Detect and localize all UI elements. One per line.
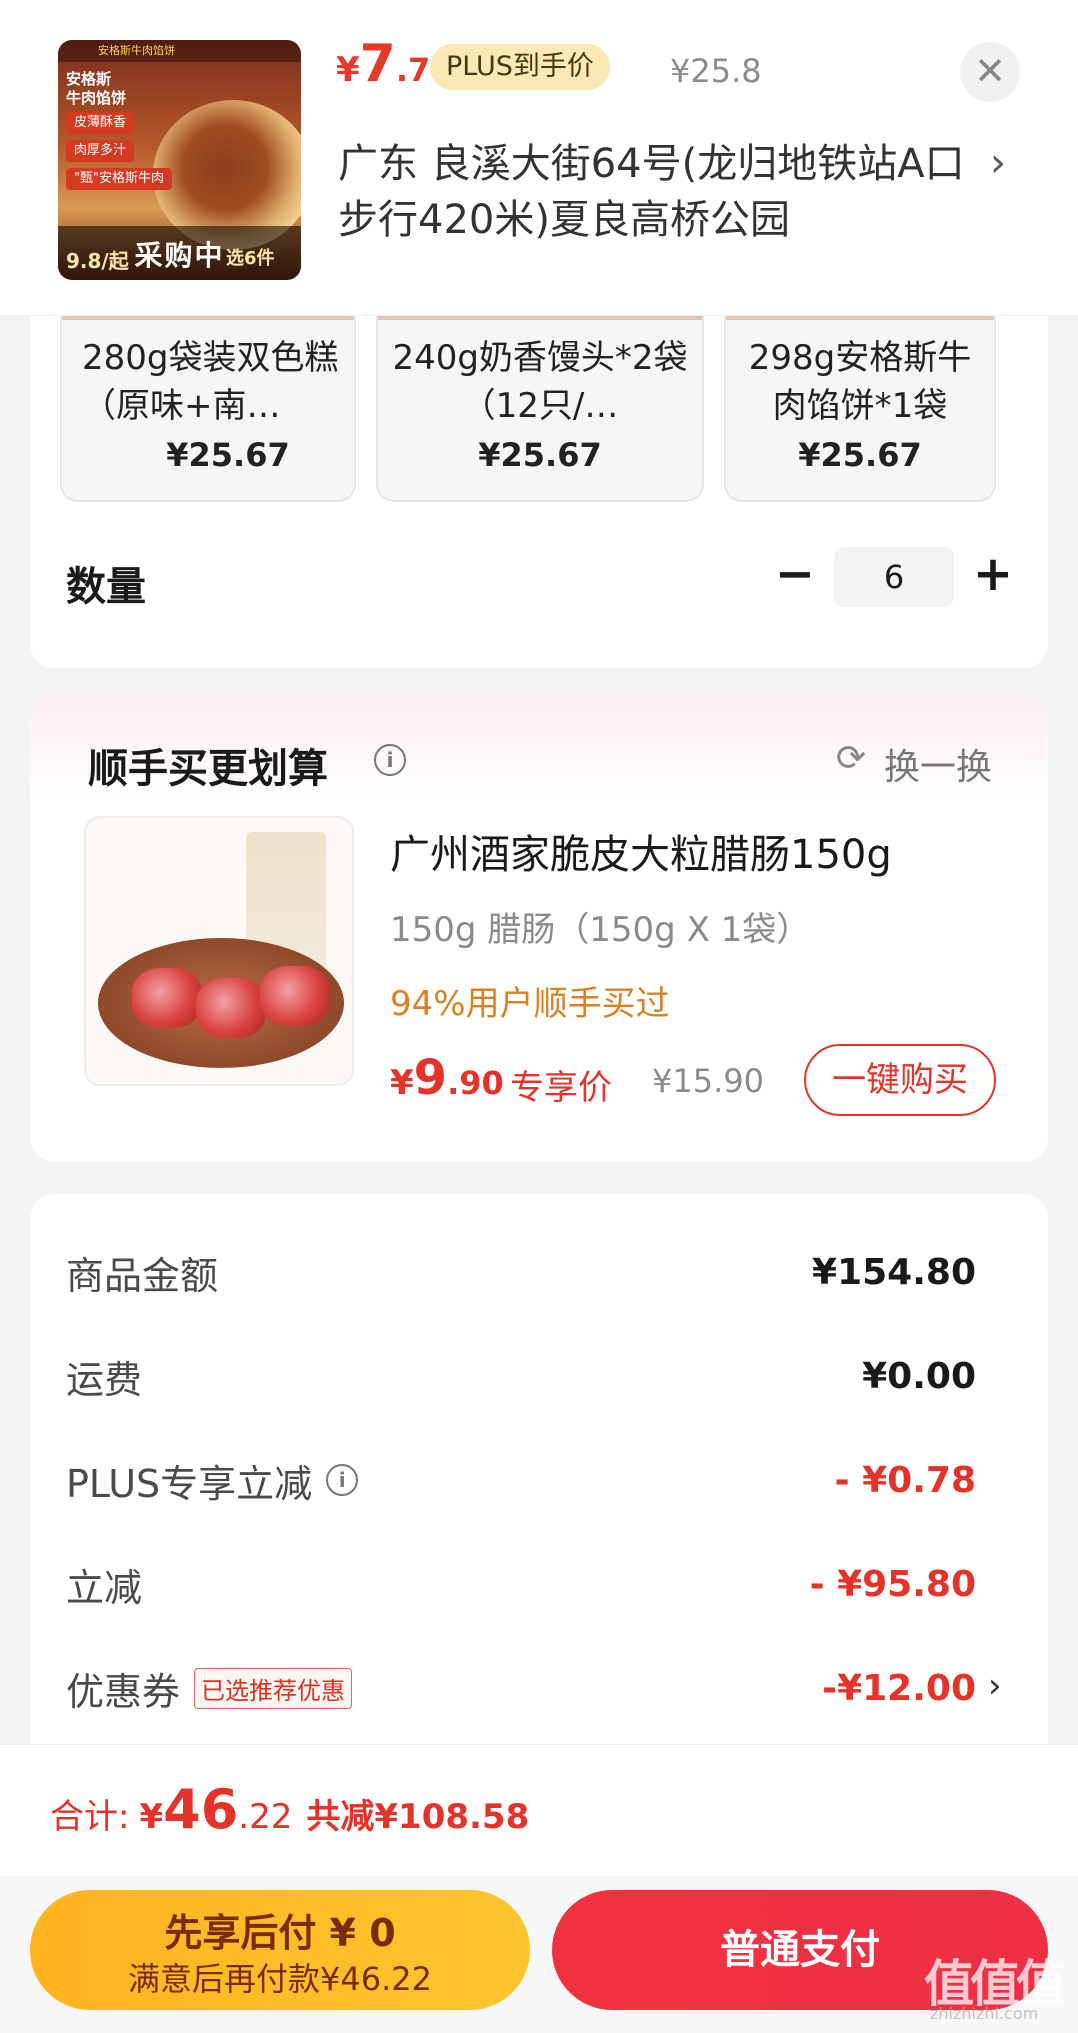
summary-label: 商品金额 [66,1253,219,1298]
total-amount: 合计: ¥ 46 .22 共减¥108.58 [50,1778,529,1841]
spec-option[interactable]: 240g奶香馒头*2袋（12只/… ¥25.67 [376,316,704,502]
thumbnail-tag: "甄"安格斯牛肉 [66,168,172,190]
recommend-product-spec: 150g 腊肠（150g X 1袋） [390,910,811,950]
summary-row-shipping: 运费 ¥0.00 [66,1346,976,1406]
pay-later-button[interactable]: 先享后付 ¥ 0 满意后再付款¥46.22 [30,1890,530,2010]
price-decimal: .90 [447,1064,504,1102]
price-symbol: ¥ [336,50,360,90]
summary-label: 运费 [66,1357,143,1402]
watermark-url: zhizhizhi.com [930,2004,1039,2023]
spec-price: ¥25.67 [478,436,602,474]
refresh-icon[interactable]: ⟳ [832,740,870,778]
close-icon: ✕ [974,49,1006,93]
spec-price: ¥25.67 [166,436,290,474]
summary-row-plus-discount: PLUS专享立减 i - ¥0.78 [66,1450,976,1510]
sausage-image [132,968,202,1028]
close-button[interactable]: ✕ [960,42,1020,102]
spec-top-line [378,316,702,320]
coupon-tag: 已选推荐优惠 [194,1667,353,1709]
price-decimal: .7 [395,51,431,89]
recommend-original-price: ¥15.90 [652,1062,764,1100]
exclusive-price-label: 专享价 [510,1068,612,1108]
brand-strip: 安格斯牛肉馅饼 [58,40,301,62]
purchasing-label: 采购中 [134,239,225,272]
summary-value: ¥0.00 [862,1355,976,1397]
summary-row-instant-discount: 立减 - ¥95.80 [66,1554,976,1614]
summary-value: - ¥95.80 [809,1563,976,1605]
chevron-right-icon[interactable]: › [988,1666,1002,1706]
plus-icon[interactable]: + [968,546,1018,606]
recommend-title: 顺手买更划算 [88,746,328,792]
quantity-input[interactable]: 6 [834,547,954,607]
minus-icon[interactable]: − [770,546,820,606]
spec-option[interactable]: 298g安格斯牛肉馅饼*1袋 ¥25.67 [724,316,996,502]
price-integer: 7 [359,34,396,94]
info-icon[interactable]: i [374,744,406,776]
quantity-label: 数量 [66,564,146,610]
sausage-image [260,966,330,1026]
sausage-image [196,978,266,1038]
summary-value: -¥12.00 [822,1667,976,1709]
summary-value: - ¥0.78 [834,1459,976,1501]
summary-row-coupon[interactable]: 优惠券 已选推荐优惠 -¥12.00 [66,1658,976,1718]
delivery-address[interactable]: 广东 良溪大街64号(龙归地铁站A口步行420米)夏良高桥公园 [338,136,978,248]
one-click-buy-button[interactable]: 一键购买 [804,1044,996,1116]
summary-row-goods: 商品金额 ¥154.80 [66,1242,976,1302]
summary-value: ¥154.80 [812,1251,976,1293]
recommend-bought-rate: 94%用户顺手买过 [390,984,670,1024]
spec-top-line [726,316,994,320]
spec-top-line [62,316,354,320]
spec-option[interactable]: 280g袋装双色糕（原味+南… ¥25.67 [60,316,356,502]
total-symbol: ¥ [139,1797,164,1837]
spec-name: 240g奶香馒头*2袋（12只/… [392,338,688,426]
pay-later-title: 先享后付 ¥ 0 [164,1911,396,1955]
summary-label: 立减 [66,1565,143,1610]
total-integer: 46 [163,1778,239,1841]
summary-label-wrap: PLUS专享立减 i [66,1453,359,1508]
spec-name: 280g袋装双色糕（原味+南… [82,338,339,426]
summary-label: PLUS专享立减 [66,1461,313,1506]
summary-label-wrap: 优惠券 已选推荐优惠 [66,1661,353,1716]
spec-name: 298g安格斯牛肉馅饼*1袋 [748,338,972,426]
info-icon[interactable]: i [326,1464,359,1496]
pay-later-subtitle: 满意后再付款¥46.22 [128,1960,432,1998]
price-integer: 9 [413,1050,448,1106]
product-thumbnail[interactable]: 安格斯牛肉馅饼 安格斯 牛肉馅饼 皮薄酥香 肉厚多汁 "甄"安格斯牛肉 9.8/… [58,40,301,280]
spec-price: ¥25.67 [798,436,922,474]
original-price: ¥25.8 [670,52,762,90]
price-symbol: ¥ [390,1063,414,1103]
total-saved: 共减¥108.58 [306,1797,530,1837]
recommend-price: ¥ 9 .90 [390,1050,504,1106]
thumbnail-tag: 肉厚多汁 [66,140,135,162]
total-decimal: .22 [238,1797,293,1837]
plus-price: ¥ 7 .7 [336,34,430,94]
summary-label: 优惠券 [66,1669,181,1714]
thumbnail-title: 安格斯 牛肉馅饼 [66,70,127,107]
plus-price-badge: PLUS到手价 [430,44,610,90]
thumbnail-tag: 皮薄酥香 [66,112,135,134]
chevron-right-icon[interactable]: › [990,140,1006,186]
refresh-button[interactable]: 换一换 [884,738,992,790]
recommend-product-name[interactable]: 广州酒家脆皮大粒腊肠150g [390,822,892,880]
recommend-product-image[interactable] [84,816,354,1086]
total-label: 合计: [50,1797,130,1837]
